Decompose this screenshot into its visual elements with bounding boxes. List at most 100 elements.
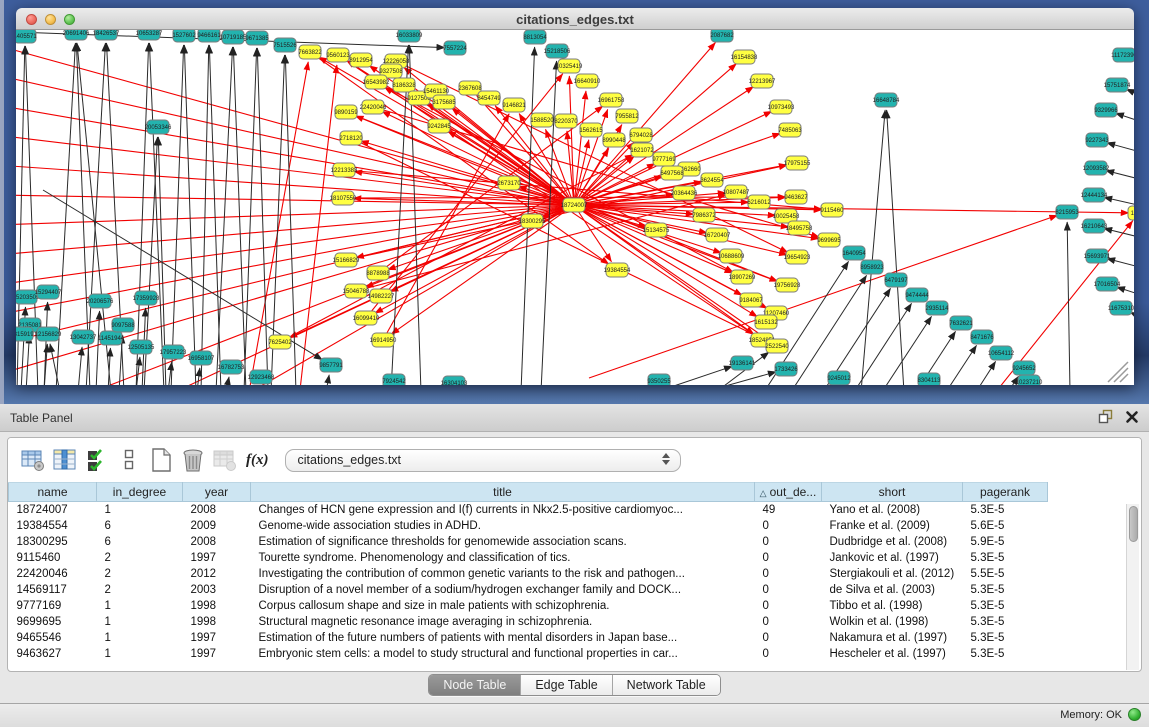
graph-node[interactable]: 9097588 xyxy=(111,318,135,332)
graph-node[interactable]: 18495758 xyxy=(786,221,813,235)
graph-node[interactable]: 8878988 xyxy=(366,266,390,280)
graph-node[interactable]: 7955812 xyxy=(615,109,639,123)
table-source-dropdown[interactable]: citations_edges.txt xyxy=(285,449,681,472)
graph-node[interactable]: 1615132 xyxy=(754,315,778,329)
graph-node[interactable]: 3624554 xyxy=(700,173,724,187)
graph-node[interactable]: 16914950 xyxy=(370,333,397,347)
graph-node[interactable]: 9329966 xyxy=(1094,103,1118,117)
column-header-title[interactable]: title xyxy=(251,483,755,502)
graph-node[interactable]: 15218506 xyxy=(544,44,571,58)
graph-node[interactable]: 16961758 xyxy=(598,93,625,107)
graph-node[interactable]: 18107550 xyxy=(330,191,357,205)
graph-node[interactable]: 16210643 xyxy=(1081,219,1108,233)
table-row[interactable]: 1456911722003Disruption of a novel membe… xyxy=(9,582,1142,598)
table-row[interactable]: 946362711997Embryonic stem cells: a mode… xyxy=(9,646,1142,662)
column-header-year[interactable]: year xyxy=(183,483,251,502)
create-column-icon[interactable] xyxy=(18,446,48,474)
graph-node[interactable]: 2718120 xyxy=(339,131,363,145)
graph-node[interactable]: 7625402 xyxy=(268,335,292,349)
float-panel-icon[interactable] xyxy=(1098,409,1113,429)
graph-node[interactable]: 15751874 xyxy=(1104,78,1131,92)
table-row[interactable]: 1872400712008Changes of HCN gene express… xyxy=(9,502,1142,518)
graph-node[interactable]: 8958923 xyxy=(860,260,884,274)
graph-node[interactable]: 8186328 xyxy=(392,78,416,92)
graph-node[interactable]: 15046788 xyxy=(343,284,370,298)
graph-node[interactable]: 19756928 xyxy=(774,278,801,292)
graph-node[interactable]: 9699695 xyxy=(817,233,841,247)
graph-node[interactable]: 10325419 xyxy=(556,59,583,73)
graph-node[interactable]: 16033809 xyxy=(396,30,423,42)
column-header-out_de[interactable]: △out_de... xyxy=(755,483,822,502)
close-panel-icon[interactable] xyxy=(1125,410,1139,429)
graph-node[interactable]: 9184067 xyxy=(739,293,763,307)
graph-node[interactable]: 6216012 xyxy=(747,195,771,209)
table-row[interactable]: 1830029562008Estimation of significance … xyxy=(9,534,1142,550)
graph-node[interactable]: 19136141 xyxy=(729,356,756,370)
table-row[interactable]: 969969511998Structural magnetic resonanc… xyxy=(9,614,1142,630)
column-header-short[interactable]: short xyxy=(822,483,963,502)
table-row[interactable]: 2242004622012Investigating the contribut… xyxy=(9,566,1142,582)
graph-node[interactable]: 10653287 xyxy=(136,30,163,40)
table-scrollbar[interactable] xyxy=(1126,504,1139,670)
graph-node[interactable]: 3175685 xyxy=(432,95,456,109)
network-canvas[interactable]: 1405571206914061842653710653287152760294… xyxy=(16,30,1134,385)
graph-node[interactable]: 17016504 xyxy=(1094,277,1121,291)
graph-node[interactable]: 9560123 xyxy=(326,48,350,62)
tab-edge-table[interactable]: Edge Table xyxy=(520,675,611,695)
delete-table-icon[interactable] xyxy=(178,446,208,474)
graph-node[interactable]: 9671385 xyxy=(245,31,269,45)
graph-node[interactable]: 25203509 xyxy=(16,290,40,304)
graph-node[interactable]: 7632621 xyxy=(949,316,973,330)
graph-node[interactable]: 19654923 xyxy=(784,250,811,264)
graph-node[interactable]: 18300295 xyxy=(519,214,546,228)
tab-node-table[interactable]: Node Table xyxy=(429,675,520,695)
graph-node[interactable]: 13042737 xyxy=(70,330,97,344)
graph-node[interactable]: 9890159 xyxy=(334,105,358,119)
function-builder-icon[interactable]: f(x) xyxy=(246,452,269,469)
graph-node[interactable]: 8304113 xyxy=(918,373,942,385)
graph-node[interactable]: 6497568 xyxy=(660,166,684,180)
table-row[interactable]: 1938455462009Genome-wide association stu… xyxy=(9,518,1142,534)
graph-node[interactable]: 20364436 xyxy=(671,186,698,200)
graph-node[interactable]: 8220370 xyxy=(554,114,578,128)
graph-node[interactable]: 20206576 xyxy=(87,294,114,308)
graph-node[interactable]: 17957223 xyxy=(160,345,187,359)
graph-node[interactable]: 18907269 xyxy=(729,270,756,284)
graph-node[interactable]: 12505135 xyxy=(128,340,155,354)
graph-node[interactable]: 10237210 xyxy=(1016,375,1043,385)
graph-node[interactable]: 6479197 xyxy=(884,273,908,287)
graph-node[interactable]: 22420046 xyxy=(360,100,387,114)
graph-node[interactable]: 1621072 xyxy=(630,143,654,157)
column-header-name[interactable]: name xyxy=(9,483,97,502)
graph-node[interactable]: 16720407 xyxy=(704,228,731,242)
table-row[interactable]: 911546021997Tourette syndrome. Phenomeno… xyxy=(9,550,1142,566)
graph-node[interactable]: 11172390 xyxy=(1111,48,1134,62)
show-columns-icon[interactable] xyxy=(50,446,80,474)
graph-node[interactable]: 12444134 xyxy=(1081,188,1108,202)
table-row[interactable]: 946554611997Estimation of the future num… xyxy=(9,630,1142,646)
graph-node[interactable]: 1405571 xyxy=(16,30,37,43)
graph-node[interactable]: 1640954 xyxy=(842,246,866,260)
graph-node[interactable]: 8912954 xyxy=(349,53,373,67)
import-table-icon[interactable] xyxy=(210,446,240,474)
graph-node[interactable]: 17975155 xyxy=(784,156,811,170)
graph-node[interactable]: 15166829 xyxy=(333,253,360,267)
graph-node[interactable]: 18724007 xyxy=(561,198,588,212)
graph-node[interactable]: 7924542 xyxy=(382,374,406,385)
graph-node[interactable]: 12093582 xyxy=(1083,161,1110,175)
table-scrollbar-thumb[interactable] xyxy=(1129,506,1138,542)
graph-node[interactable]: 9242845 xyxy=(427,119,451,133)
graph-node[interactable]: 16304103 xyxy=(441,376,468,385)
graph-node[interactable]: 7515526 xyxy=(273,38,297,52)
graph-node[interactable]: 9857791 xyxy=(319,358,343,372)
graph-node[interactable]: 16958107 xyxy=(188,351,215,365)
graph-node[interactable]: 1588520 xyxy=(530,113,554,127)
new-table-icon[interactable] xyxy=(146,446,176,474)
graph-node[interactable]: 2522540 xyxy=(765,339,789,353)
graph-node[interactable]: 16154838 xyxy=(731,50,758,64)
select-rows-icon[interactable] xyxy=(82,446,112,474)
graph-node[interactable]: 9245652 xyxy=(1012,361,1036,375)
graph-node[interactable]: 10719185 xyxy=(220,30,247,44)
graph-node[interactable]: 17359928 xyxy=(133,291,160,305)
graph-node[interactable]: 7663822 xyxy=(298,45,322,59)
